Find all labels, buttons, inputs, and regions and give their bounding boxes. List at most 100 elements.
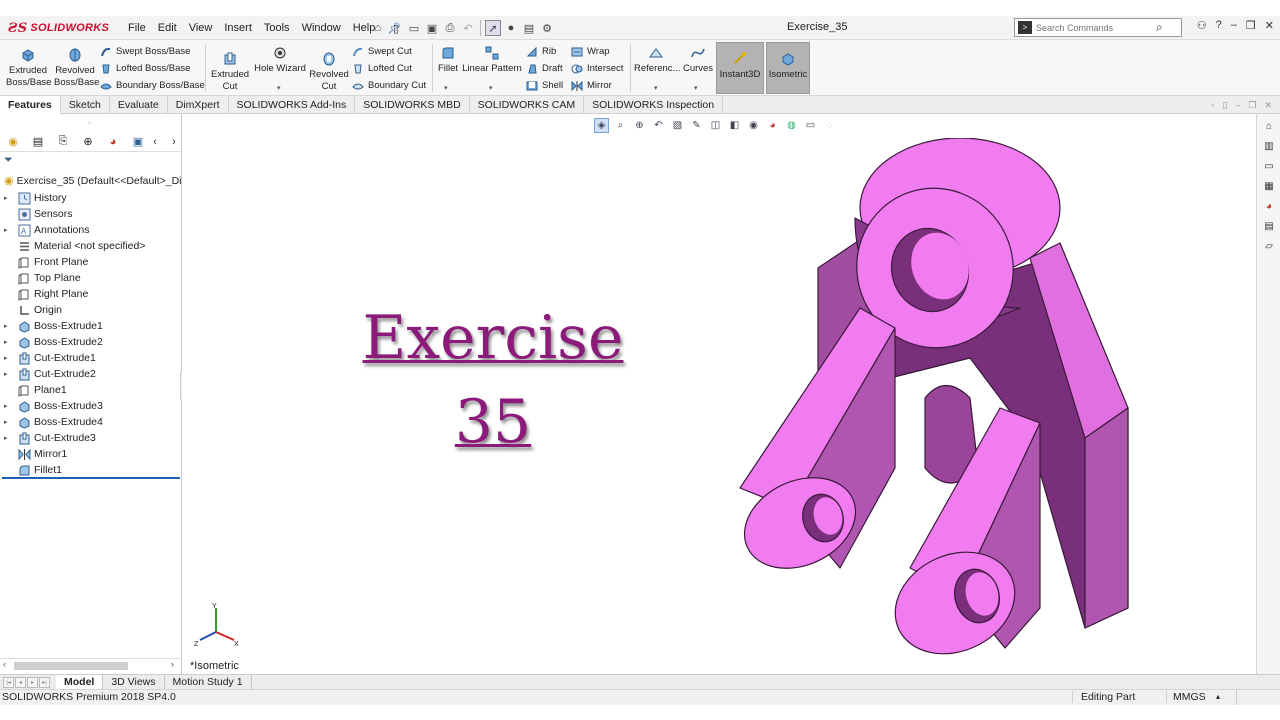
user-icon[interactable]: ⚇ [1197,19,1207,32]
scroll-right-icon[interactable]: › [171,659,174,669]
edit-appearance-icon[interactable]: ◕ [765,118,780,133]
tree-item-boss-extrude1[interactable]: ▸ Boss-Extrude1 [0,318,181,334]
expand-arrow-icon[interactable]: ▸ [4,194,12,202]
dynamic-annotation-icon[interactable]: ✎ [689,118,704,133]
tree-root-part[interactable]: ◉ Exercise_35 (Default<<Default>_Dis [4,174,187,188]
intersect-button[interactable]: Intersect [571,61,623,76]
tree-item-cut-extrude1[interactable]: ▸ Cut-Extrude1 [0,350,181,366]
shell-button[interactable]: Shell [526,78,563,93]
status-help-area[interactable] [1236,690,1276,705]
hide-show-items-icon[interactable]: ◉ [746,118,761,133]
unit-system-dropdown-icon[interactable]: ▴ [1216,692,1220,701]
tab-cam[interactable]: SOLIDWORKS CAM [470,96,585,114]
home-icon[interactable]: ⌂ [370,20,386,36]
tab-dimxpert[interactable]: DimXpert [168,96,229,114]
extruded-boss-button[interactable]: Extruded Boss/Base [6,47,51,89]
search-input[interactable] [1036,22,1154,33]
cam-tab-icon[interactable]: ▣ [131,135,145,149]
swept-boss-button[interactable]: Swept Boss/Base [100,44,190,59]
revolved-cut-button[interactable]: Revolved Cut [308,51,350,93]
tree-item-plane1[interactable]: Plane1 [0,382,181,398]
print-icon[interactable]: ⎙ [442,20,458,36]
graphics-area[interactable]: ◈ ⌕ ⊕ ↶ ▧ ✎ ◫ ◧ ◉ ◕ ◍ ▭ ◌ Exercise 35 Y … [182,114,1256,674]
tree-item-boss-extrude3[interactable]: ▸ Boss-Extrude3 [0,398,181,414]
tree-item-sensors[interactable]: Sensors [0,206,181,222]
prev-tab-icon[interactable]: ◂ [15,676,26,688]
tabs-right-arrow-icon[interactable]: › [167,135,181,149]
tree-horizontal-scrollbar[interactable]: ‹ › [0,658,181,672]
close-icon[interactable]: ✕ [1265,19,1274,32]
feature-manager-tab-icon[interactable]: ◉ [6,135,20,149]
tab-model[interactable]: Model [56,674,104,690]
doc-restore-icon[interactable]: ❐ [1248,100,1256,111]
linear-pattern-dropdown-icon[interactable]: ▾ [489,84,493,92]
tree-item-mirror1[interactable]: Mirror1 [0,446,181,462]
hole-wizard-button[interactable]: Hole Wizard [254,45,306,75]
view-orientation-dropdown-icon[interactable]: ◫ [708,118,723,133]
curves-button[interactable]: Curves [682,45,714,75]
display-style-icon[interactable]: ◧ [727,118,742,133]
extruded-cut-button[interactable]: Extruded Cut [208,51,252,93]
tree-item-top-plane[interactable]: Top Plane [0,270,181,286]
expand-arrow-icon[interactable]: ▸ [4,402,12,410]
3d-part-model[interactable] [730,138,1140,658]
tree-item-cut-extrude2[interactable]: ▸ Cut-Extrude2 [0,366,181,382]
expand-arrow-icon[interactable]: ▸ [4,418,12,426]
unit-system[interactable]: MMGS [1166,691,1206,703]
doc-minimize-icon[interactable]: – [1235,100,1240,111]
tree-item-right-plane[interactable]: Right Plane [0,286,181,302]
tree-item-boss-extrude2[interactable]: ▸ Boss-Extrude2 [0,334,181,350]
file-explorer-icon[interactable]: ▭ [1261,158,1277,174]
solidworks-logo[interactable]: ƧS SOLIDWORKS [8,19,109,37]
tree-item-boss-extrude4[interactable]: ▸ Boss-Extrude4 [0,414,181,430]
tab-mbd[interactable]: SOLIDWORKS MBD [355,96,470,114]
hole-wizard-dropdown-icon[interactable]: ▾ [277,84,281,92]
new-document-icon[interactable]: ▯ [388,20,404,36]
tree-item-annotations[interactable]: ▸ A Annotations [0,222,181,238]
lofted-cut-button[interactable]: Lofted Cut [352,61,412,76]
solidworks-resources-icon[interactable]: ⌂ [1261,118,1277,134]
tree-item-cut-extrude3[interactable]: ▸ Cut-Extrude3 [0,430,181,446]
restore-icon[interactable]: ❐ [1246,19,1256,32]
tab-3d-views[interactable]: 3D Views [103,674,165,690]
boundary-boss-button[interactable]: Boundary Boss/Base [100,78,205,93]
fillet-dropdown-icon[interactable]: ▾ [444,84,448,92]
search-icon[interactable]: ⌕ [1156,20,1163,35]
draft-button[interactable]: Draft [526,61,563,76]
previous-view-icon[interactable]: ↶ [651,118,666,133]
property-manager-tab-icon[interactable]: ▤ [31,135,45,149]
view-settings-icon[interactable]: ▭ [803,118,818,133]
instant3d-button[interactable]: Instant3D [716,42,764,94]
appearances-icon[interactable]: ◕ [1261,198,1277,214]
menu-file[interactable]: File [122,22,152,34]
expand-arrow-icon[interactable]: ▸ [4,434,12,442]
zoom-to-fit-icon[interactable]: ⌕ [613,118,628,133]
split-icon[interactable]: ▯ [1222,100,1227,111]
undo-icon[interactable]: ↶ [460,20,476,36]
expand-arrow-icon[interactable]: ▸ [4,354,12,362]
tabs-left-arrow-icon[interactable]: ‹ [148,135,162,149]
expand-arrow-icon[interactable]: ▸ [4,226,12,234]
expand-arrow-icon[interactable]: ▸ [4,370,12,378]
next-tab-icon[interactable]: ▸ [27,676,38,688]
wrap-button[interactable]: Wrap [571,44,610,59]
tree-item-history[interactable]: ▸ History [0,190,181,206]
menu-view[interactable]: View [183,22,219,34]
menu-window[interactable]: Window [296,22,347,34]
isometric-button[interactable]: Isometric [766,42,810,94]
scroll-thumb[interactable] [14,662,128,670]
tab-sketch[interactable]: Sketch [61,96,110,114]
menu-insert[interactable]: Insert [218,22,258,34]
dimxpert-manager-tab-icon[interactable]: ⊕ [81,135,95,149]
view-palette-icon[interactable]: ▦ [1261,178,1277,194]
tree-filter[interactable]: ⏷ [4,154,178,172]
apply-scene-icon[interactable]: ◍ [784,118,799,133]
last-tab-icon[interactable]: ▸| [39,676,50,688]
display-pane-icon[interactable]: ◌ [822,118,837,133]
menu-edit[interactable]: Edit [152,22,183,34]
tab-addins[interactable]: SOLIDWORKS Add-Ins [229,96,356,114]
forum-icon[interactable]: ▱ [1261,238,1277,254]
tab-inspection[interactable]: SOLIDWORKS Inspection [584,96,724,114]
section-view-icon[interactable]: ▧ [670,118,685,133]
design-library-icon[interactable]: ▥ [1261,138,1277,154]
